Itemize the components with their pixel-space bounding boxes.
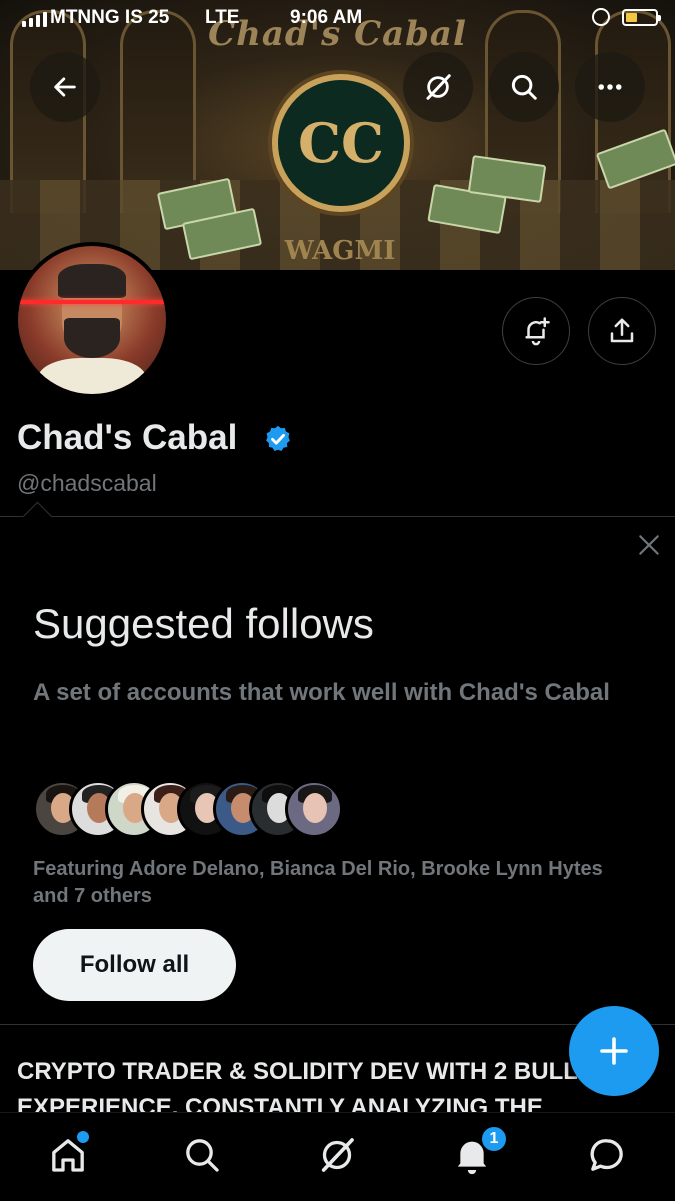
messages-icon bbox=[590, 1139, 623, 1171]
section-divider bbox=[0, 1024, 675, 1025]
grok-button[interactable] bbox=[403, 52, 473, 122]
signal-strength-icon bbox=[22, 12, 47, 27]
home-unread-dot bbox=[75, 1129, 91, 1145]
clock: 9:06 AM bbox=[290, 7, 363, 28]
nav-grok[interactable] bbox=[315, 1133, 359, 1177]
battery-icon bbox=[622, 9, 661, 26]
nav-search[interactable] bbox=[180, 1133, 224, 1177]
close-icon[interactable] bbox=[636, 532, 662, 558]
more-button[interactable] bbox=[575, 52, 645, 122]
share-button[interactable] bbox=[588, 297, 656, 365]
suggested-avatar[interactable] bbox=[285, 780, 343, 838]
network-type: LTE bbox=[205, 7, 240, 28]
orientation-lock-icon bbox=[592, 8, 610, 26]
suggested-follows-title: Suggested follows bbox=[33, 600, 374, 647]
verified-badge-icon[interactable] bbox=[263, 424, 293, 454]
grok-icon bbox=[321, 1138, 354, 1172]
search-button[interactable] bbox=[489, 52, 559, 122]
bottom-navigation: 1 bbox=[0, 1112, 675, 1201]
popover-caret bbox=[22, 501, 53, 532]
search-icon bbox=[511, 74, 537, 100]
nav-messages[interactable] bbox=[585, 1133, 629, 1177]
profile-banner[interactable]: Chad's Cabal CC WAGMI bbox=[0, 0, 675, 270]
suggested-featuring-text: Featuring Adore Delano, Bianca Del Rio, … bbox=[33, 858, 603, 907]
follow-all-button[interactable]: Follow all bbox=[33, 929, 236, 1001]
arrow-left-icon bbox=[54, 77, 76, 97]
banner-medallion: CC bbox=[272, 74, 410, 212]
notification-count-badge: 1 bbox=[480, 1125, 508, 1153]
compose-button[interactable] bbox=[569, 1006, 659, 1096]
banner-motto: WAGMI bbox=[284, 236, 396, 266]
profile-display-name: Chad's Cabal bbox=[17, 418, 238, 457]
profile-avatar[interactable] bbox=[14, 242, 170, 398]
section-divider bbox=[0, 516, 675, 517]
bell-plus-icon bbox=[525, 317, 550, 346]
grok-icon bbox=[426, 74, 451, 100]
search-icon bbox=[186, 1139, 219, 1172]
notify-button[interactable] bbox=[502, 297, 570, 365]
carrier-name: MTNNG IS 25 bbox=[50, 7, 170, 28]
medallion-monogram: CC bbox=[298, 111, 384, 175]
more-horizontal-icon bbox=[598, 84, 622, 90]
status-bar: MTNNG IS 25 LTE 9:06 AM bbox=[0, 0, 675, 36]
profile-bio: CRYPTO TRADER & SOLIDITY DEV WITH 2 BULL… bbox=[17, 1058, 653, 1114]
suggested-follows-subtitle: A set of accounts that work well with Ch… bbox=[33, 679, 610, 706]
back-button[interactable] bbox=[30, 52, 100, 122]
plus-icon bbox=[600, 1037, 628, 1065]
profile-handle: @chadscabal bbox=[17, 470, 157, 496]
share-icon bbox=[610, 318, 634, 343]
